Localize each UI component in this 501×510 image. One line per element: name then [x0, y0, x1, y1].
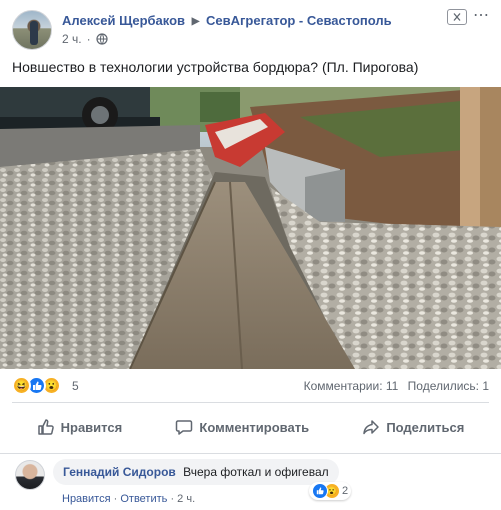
speech-bubble-icon: [176, 420, 193, 435]
comment-text: Вчера фоткал и офигевал: [183, 465, 329, 479]
author-avatar[interactable]: [12, 10, 52, 50]
shares-count-link[interactable]: Поделились: 1: [408, 379, 489, 393]
commenter-avatar[interactable]: [15, 460, 45, 490]
comment-reply-link[interactable]: Ответить: [120, 493, 167, 505]
triangle-right-icon: ▶: [191, 16, 200, 27]
comment-reactions[interactable]: 😮 2: [309, 482, 352, 500]
comment-actions-separator: ·: [113, 493, 118, 505]
comment-author-link[interactable]: Геннадий Сидоров: [63, 465, 176, 479]
author-name-link[interactable]: Алексей Щербаков: [62, 13, 185, 28]
post-title-line: Алексей Щербаков ▶ СевАгрегатор - Севаст…: [62, 13, 392, 28]
comment-button[interactable]: Комментировать: [163, 414, 321, 440]
like-button[interactable]: Нравится: [25, 414, 135, 440]
post-timestamp[interactable]: 2 ч.: [62, 32, 82, 46]
share-button-label: Поделиться: [386, 419, 465, 435]
meta-separator: ·: [86, 32, 91, 46]
more-options-icon[interactable]: ⋯: [473, 8, 489, 25]
hide-post-button[interactable]: [447, 9, 467, 25]
post-action-bar: Нравится Комментировать Поделиться: [0, 408, 501, 446]
close-icon: [453, 13, 461, 21]
divider: [12, 402, 489, 403]
comment-timestamp[interactable]: 2 ч.: [177, 493, 195, 505]
comment-bubble: Геннадий Сидоров Вчера фоткал и офигевал: [53, 459, 339, 485]
group-name-link[interactable]: СевАгрегатор - Севастополь: [206, 13, 392, 28]
like-reaction-icon: [312, 483, 328, 499]
comment-reaction-count: 2: [342, 485, 349, 497]
thumbs-up-icon: [37, 419, 54, 435]
post-header: Алексей Щербаков ▶ СевАгрегатор - Севаст…: [0, 0, 501, 52]
comment-actions: Нравится · Ответить · 2 ч.: [62, 493, 195, 505]
post-photo[interactable]: [0, 87, 501, 369]
post-stats: Комментарии: 11 Поделились: 1: [298, 379, 489, 393]
like-button-label: Нравится: [60, 419, 123, 435]
curb-construction-photo: [0, 87, 501, 369]
comments-section: Геннадий Сидоров Вчера фоткал и офигевал…: [0, 453, 501, 510]
haha-reaction-icon: 😆: [12, 376, 31, 395]
comment-like-link[interactable]: Нравится: [62, 493, 111, 505]
comment-actions-separator: ·: [170, 493, 175, 505]
post-text: Новшество в технологии устройства бордюр…: [12, 59, 419, 75]
post-meta: 2 ч. ·: [62, 32, 108, 46]
share-button[interactable]: Поделиться: [350, 414, 476, 440]
reactions-bar: 😆 😮 5 Комментарии: 11 Поделились: 1: [0, 372, 501, 400]
comment-button-label: Комментировать: [199, 419, 310, 435]
reaction-count[interactable]: 5: [72, 379, 79, 393]
share-arrow-icon: [363, 420, 380, 435]
reaction-icons[interactable]: 😆 😮: [12, 376, 61, 395]
globe-icon: [95, 33, 108, 45]
comments-count-link[interactable]: Комментарии: 11: [304, 379, 399, 393]
